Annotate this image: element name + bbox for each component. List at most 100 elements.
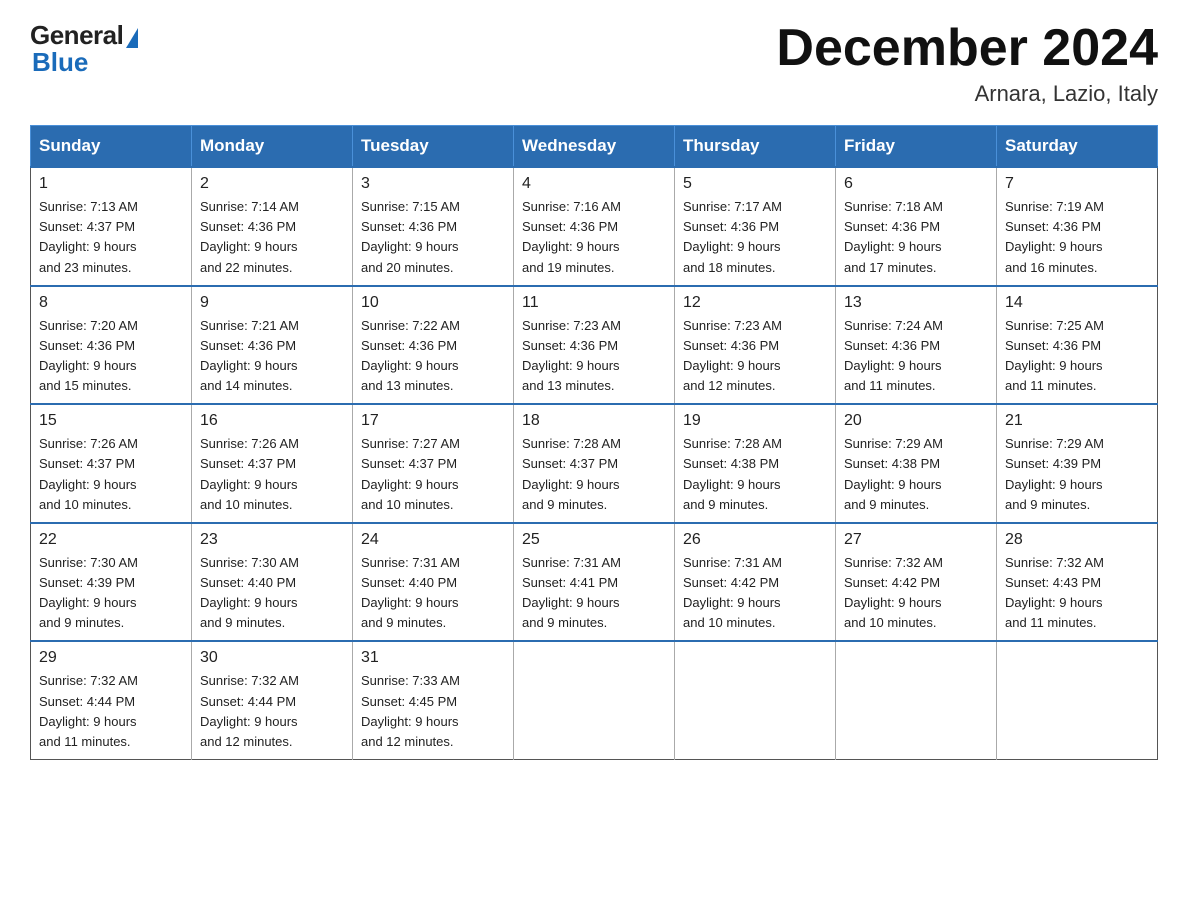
col-monday: Monday: [192, 126, 353, 168]
day-number: 25: [522, 531, 666, 549]
day-number: 22: [39, 531, 183, 549]
day-info: Sunrise: 7:31 AM Sunset: 4:40 PM Dayligh…: [361, 553, 505, 634]
day-info: Sunrise: 7:31 AM Sunset: 4:42 PM Dayligh…: [683, 553, 827, 634]
table-row: 7 Sunrise: 7:19 AM Sunset: 4:36 PM Dayli…: [997, 167, 1158, 286]
day-info: Sunrise: 7:18 AM Sunset: 4:36 PM Dayligh…: [844, 197, 988, 278]
table-row: 26 Sunrise: 7:31 AM Sunset: 4:42 PM Dayl…: [675, 523, 836, 642]
col-saturday: Saturday: [997, 126, 1158, 168]
table-row: [836, 641, 997, 759]
table-row: 24 Sunrise: 7:31 AM Sunset: 4:40 PM Dayl…: [353, 523, 514, 642]
day-number: 17: [361, 412, 505, 430]
table-row: 25 Sunrise: 7:31 AM Sunset: 4:41 PM Dayl…: [514, 523, 675, 642]
day-info: Sunrise: 7:30 AM Sunset: 4:39 PM Dayligh…: [39, 553, 183, 634]
month-title: December 2024: [776, 20, 1158, 77]
day-number: 31: [361, 649, 505, 667]
day-number: 2: [200, 175, 344, 193]
day-info: Sunrise: 7:32 AM Sunset: 4:43 PM Dayligh…: [1005, 553, 1149, 634]
day-number: 12: [683, 294, 827, 312]
day-info: Sunrise: 7:17 AM Sunset: 4:36 PM Dayligh…: [683, 197, 827, 278]
day-info: Sunrise: 7:15 AM Sunset: 4:36 PM Dayligh…: [361, 197, 505, 278]
calendar-week-row: 29 Sunrise: 7:32 AM Sunset: 4:44 PM Dayl…: [31, 641, 1158, 759]
table-row: 16 Sunrise: 7:26 AM Sunset: 4:37 PM Dayl…: [192, 404, 353, 523]
day-number: 21: [1005, 412, 1149, 430]
col-sunday: Sunday: [31, 126, 192, 168]
page-header: General Blue December 2024 Arnara, Lazio…: [30, 20, 1158, 107]
day-number: 1: [39, 175, 183, 193]
day-info: Sunrise: 7:23 AM Sunset: 4:36 PM Dayligh…: [522, 316, 666, 397]
day-number: 23: [200, 531, 344, 549]
day-info: Sunrise: 7:13 AM Sunset: 4:37 PM Dayligh…: [39, 197, 183, 278]
calendar-table: Sunday Monday Tuesday Wednesday Thursday…: [30, 125, 1158, 760]
table-row: 2 Sunrise: 7:14 AM Sunset: 4:36 PM Dayli…: [192, 167, 353, 286]
day-number: 4: [522, 175, 666, 193]
table-row: 9 Sunrise: 7:21 AM Sunset: 4:36 PM Dayli…: [192, 286, 353, 405]
day-number: 30: [200, 649, 344, 667]
table-row: 31 Sunrise: 7:33 AM Sunset: 4:45 PM Dayl…: [353, 641, 514, 759]
day-info: Sunrise: 7:24 AM Sunset: 4:36 PM Dayligh…: [844, 316, 988, 397]
logo-triangle-icon: [126, 28, 138, 48]
table-row: 5 Sunrise: 7:17 AM Sunset: 4:36 PM Dayli…: [675, 167, 836, 286]
calendar-week-row: 22 Sunrise: 7:30 AM Sunset: 4:39 PM Dayl…: [31, 523, 1158, 642]
day-info: Sunrise: 7:26 AM Sunset: 4:37 PM Dayligh…: [39, 434, 183, 515]
table-row: 3 Sunrise: 7:15 AM Sunset: 4:36 PM Dayli…: [353, 167, 514, 286]
day-info: Sunrise: 7:27 AM Sunset: 4:37 PM Dayligh…: [361, 434, 505, 515]
table-row: 21 Sunrise: 7:29 AM Sunset: 4:39 PM Dayl…: [997, 404, 1158, 523]
location-text: Arnara, Lazio, Italy: [776, 81, 1158, 107]
day-number: 26: [683, 531, 827, 549]
day-number: 9: [200, 294, 344, 312]
day-info: Sunrise: 7:20 AM Sunset: 4:36 PM Dayligh…: [39, 316, 183, 397]
logo-blue-text: Blue: [32, 47, 88, 78]
table-row: 10 Sunrise: 7:22 AM Sunset: 4:36 PM Dayl…: [353, 286, 514, 405]
table-row: 18 Sunrise: 7:28 AM Sunset: 4:37 PM Dayl…: [514, 404, 675, 523]
table-row: 12 Sunrise: 7:23 AM Sunset: 4:36 PM Dayl…: [675, 286, 836, 405]
table-row: 14 Sunrise: 7:25 AM Sunset: 4:36 PM Dayl…: [997, 286, 1158, 405]
table-row: 30 Sunrise: 7:32 AM Sunset: 4:44 PM Dayl…: [192, 641, 353, 759]
day-number: 24: [361, 531, 505, 549]
day-info: Sunrise: 7:32 AM Sunset: 4:44 PM Dayligh…: [200, 671, 344, 752]
day-number: 6: [844, 175, 988, 193]
day-number: 29: [39, 649, 183, 667]
day-info: Sunrise: 7:26 AM Sunset: 4:37 PM Dayligh…: [200, 434, 344, 515]
day-number: 3: [361, 175, 505, 193]
day-number: 16: [200, 412, 344, 430]
day-number: 7: [1005, 175, 1149, 193]
table-row: [997, 641, 1158, 759]
table-row: 19 Sunrise: 7:28 AM Sunset: 4:38 PM Dayl…: [675, 404, 836, 523]
col-friday: Friday: [836, 126, 997, 168]
day-number: 27: [844, 531, 988, 549]
day-info: Sunrise: 7:19 AM Sunset: 4:36 PM Dayligh…: [1005, 197, 1149, 278]
col-wednesday: Wednesday: [514, 126, 675, 168]
day-info: Sunrise: 7:32 AM Sunset: 4:42 PM Dayligh…: [844, 553, 988, 634]
table-row: 15 Sunrise: 7:26 AM Sunset: 4:37 PM Dayl…: [31, 404, 192, 523]
day-number: 19: [683, 412, 827, 430]
day-info: Sunrise: 7:14 AM Sunset: 4:36 PM Dayligh…: [200, 197, 344, 278]
day-info: Sunrise: 7:31 AM Sunset: 4:41 PM Dayligh…: [522, 553, 666, 634]
day-number: 28: [1005, 531, 1149, 549]
day-info: Sunrise: 7:28 AM Sunset: 4:37 PM Dayligh…: [522, 434, 666, 515]
day-info: Sunrise: 7:29 AM Sunset: 4:39 PM Dayligh…: [1005, 434, 1149, 515]
table-row: 8 Sunrise: 7:20 AM Sunset: 4:36 PM Dayli…: [31, 286, 192, 405]
day-number: 5: [683, 175, 827, 193]
table-row: [675, 641, 836, 759]
day-number: 20: [844, 412, 988, 430]
day-number: 18: [522, 412, 666, 430]
table-row: 13 Sunrise: 7:24 AM Sunset: 4:36 PM Dayl…: [836, 286, 997, 405]
calendar-week-row: 15 Sunrise: 7:26 AM Sunset: 4:37 PM Dayl…: [31, 404, 1158, 523]
day-info: Sunrise: 7:30 AM Sunset: 4:40 PM Dayligh…: [200, 553, 344, 634]
day-number: 13: [844, 294, 988, 312]
table-row: 17 Sunrise: 7:27 AM Sunset: 4:37 PM Dayl…: [353, 404, 514, 523]
title-block: December 2024 Arnara, Lazio, Italy: [776, 20, 1158, 107]
table-row: 20 Sunrise: 7:29 AM Sunset: 4:38 PM Dayl…: [836, 404, 997, 523]
table-row: 11 Sunrise: 7:23 AM Sunset: 4:36 PM Dayl…: [514, 286, 675, 405]
day-info: Sunrise: 7:29 AM Sunset: 4:38 PM Dayligh…: [844, 434, 988, 515]
day-info: Sunrise: 7:23 AM Sunset: 4:36 PM Dayligh…: [683, 316, 827, 397]
col-tuesday: Tuesday: [353, 126, 514, 168]
day-number: 15: [39, 412, 183, 430]
day-info: Sunrise: 7:33 AM Sunset: 4:45 PM Dayligh…: [361, 671, 505, 752]
table-row: 27 Sunrise: 7:32 AM Sunset: 4:42 PM Dayl…: [836, 523, 997, 642]
day-info: Sunrise: 7:16 AM Sunset: 4:36 PM Dayligh…: [522, 197, 666, 278]
table-row: [514, 641, 675, 759]
logo: General Blue: [30, 20, 138, 78]
table-row: 28 Sunrise: 7:32 AM Sunset: 4:43 PM Dayl…: [997, 523, 1158, 642]
table-row: 23 Sunrise: 7:30 AM Sunset: 4:40 PM Dayl…: [192, 523, 353, 642]
